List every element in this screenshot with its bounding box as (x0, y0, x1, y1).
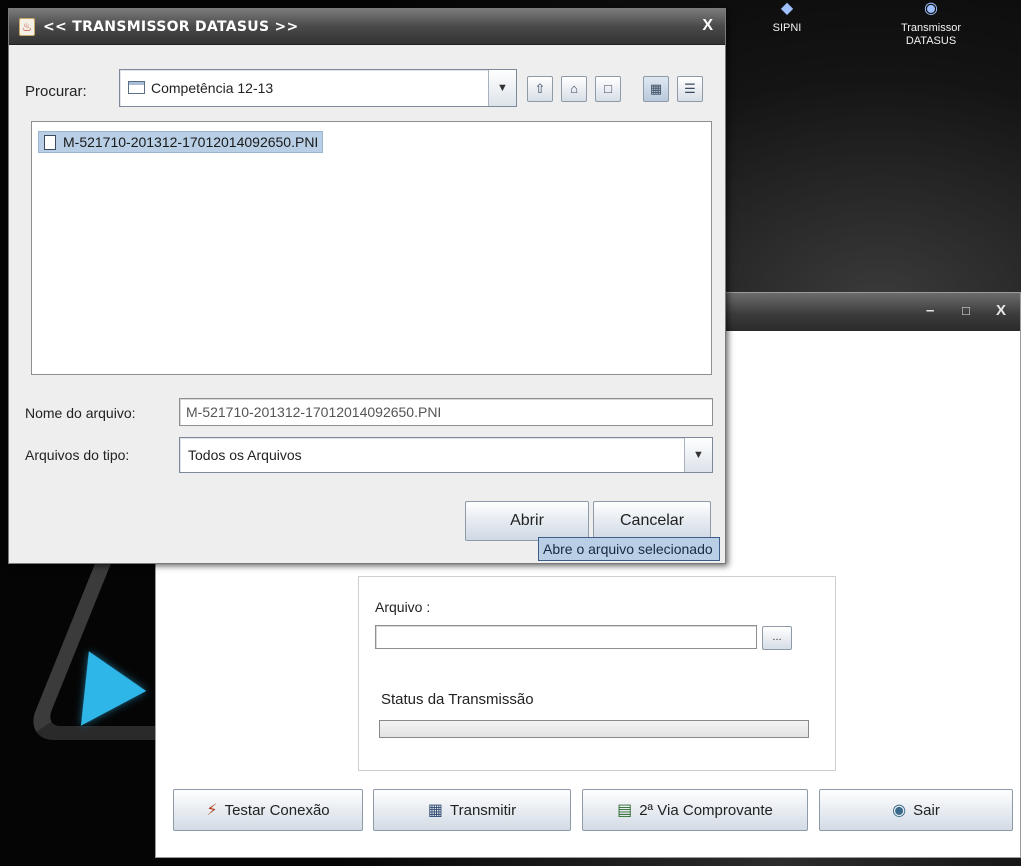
transmitir-label: Transmitir (450, 801, 517, 819)
file-icon (44, 135, 56, 150)
transmitir-button[interactable]: ▦ Transmitir (373, 789, 571, 831)
dialog-close-button[interactable]: X (702, 17, 713, 35)
look-in-label: Procurar: (25, 83, 87, 100)
desktop-icon-transmissor[interactable]: ◉ Transmissor DATASUS (876, 0, 986, 48)
file-chooser-dialog: ♨ << TRANSMISSOR DATASUS >> X Procurar: … (8, 8, 726, 564)
exit-icon: ◉ (892, 802, 907, 819)
desktop-icon-label: SIPNI (772, 22, 802, 34)
filename-label: Nome do arquivo: (25, 405, 136, 421)
testar-conexao-button[interactable]: ⚡ Testar Conexão (173, 789, 363, 831)
filetype-combo[interactable]: Todos os Arquivos ▼ (179, 437, 713, 473)
segunda-via-comprovante-button[interactable]: ▤ 2ª Via Comprovante (582, 789, 808, 831)
sair-label: Sair (913, 801, 940, 819)
desktop-icon-label: Transmissor DATASUS (900, 22, 962, 47)
look-in-combo[interactable]: Competência 12-13 ▼ (119, 69, 517, 107)
dialog-titlebar[interactable]: ♨ << TRANSMISSOR DATASUS >> X (9, 9, 725, 45)
chevron-down-icon[interactable]: ▼ (684, 438, 712, 472)
up-folder-icon[interactable]: ⇧ (527, 76, 553, 102)
home-icon[interactable]: ⌂ (561, 76, 587, 102)
look-in-value: Competência 12-13 (151, 80, 274, 96)
java-icon: ♨ (19, 18, 35, 36)
list-view-icon[interactable]: ▦ (643, 76, 669, 102)
open-button[interactable]: Abrir (465, 501, 589, 541)
transmission-panel: Arquivo : ... Status da Transmissão (358, 576, 836, 771)
folder-icon (128, 81, 145, 94)
sair-button[interactable]: ◉ Sair (819, 789, 1013, 831)
minimize-button[interactable]: – (926, 302, 934, 319)
filename-input[interactable]: M-521710-201312-17012014092650.PNI (179, 398, 713, 426)
arquivo-label: Arquivo : (375, 599, 431, 615)
plug-icon: ⚡ (206, 802, 218, 819)
dialog-title: << TRANSMISSOR DATASUS >> (43, 19, 299, 35)
computer-icon: ▦ (427, 802, 443, 819)
details-view-icon[interactable]: ☰ (677, 76, 703, 102)
status-label: Status da Transmissão (381, 691, 534, 708)
filetype-value: Todos os Arquivos (188, 447, 302, 463)
open-button-tooltip: Abre o arquivo selecionado (538, 537, 720, 561)
transmission-progress-bar (379, 720, 809, 738)
file-name: M-521710-201312-17012014092650.PNI (63, 134, 319, 150)
transmissor-app-icon: ◉ (924, 0, 938, 17)
cancel-button[interactable]: Cancelar (593, 501, 711, 541)
browse-button[interactable]: ... (762, 626, 792, 650)
main-close-button[interactable]: X (996, 302, 1006, 319)
sipni-app-icon: ◆ (780, 0, 794, 17)
file-list-item[interactable]: M-521710-201312-17012014092650.PNI (38, 131, 324, 153)
new-folder-icon[interactable]: □ (595, 76, 621, 102)
desktop-icon-sipni[interactable]: ◆ SIPNI (732, 0, 842, 35)
segunda-via-label: 2ª Via Comprovante (639, 801, 773, 819)
file-list[interactable]: M-521710-201312-17012014092650.PNI (31, 121, 712, 375)
testar-conexao-label: Testar Conexão (224, 801, 330, 819)
look-in-combo-text: Competência 12-13 (128, 80, 273, 96)
arquivo-input[interactable] (375, 625, 757, 649)
filetype-label: Arquivos do tipo: (25, 447, 130, 463)
chevron-down-icon[interactable]: ▼ (488, 70, 516, 106)
maximize-button[interactable]: □ (962, 303, 970, 318)
receipt-icon: ▤ (617, 802, 633, 819)
